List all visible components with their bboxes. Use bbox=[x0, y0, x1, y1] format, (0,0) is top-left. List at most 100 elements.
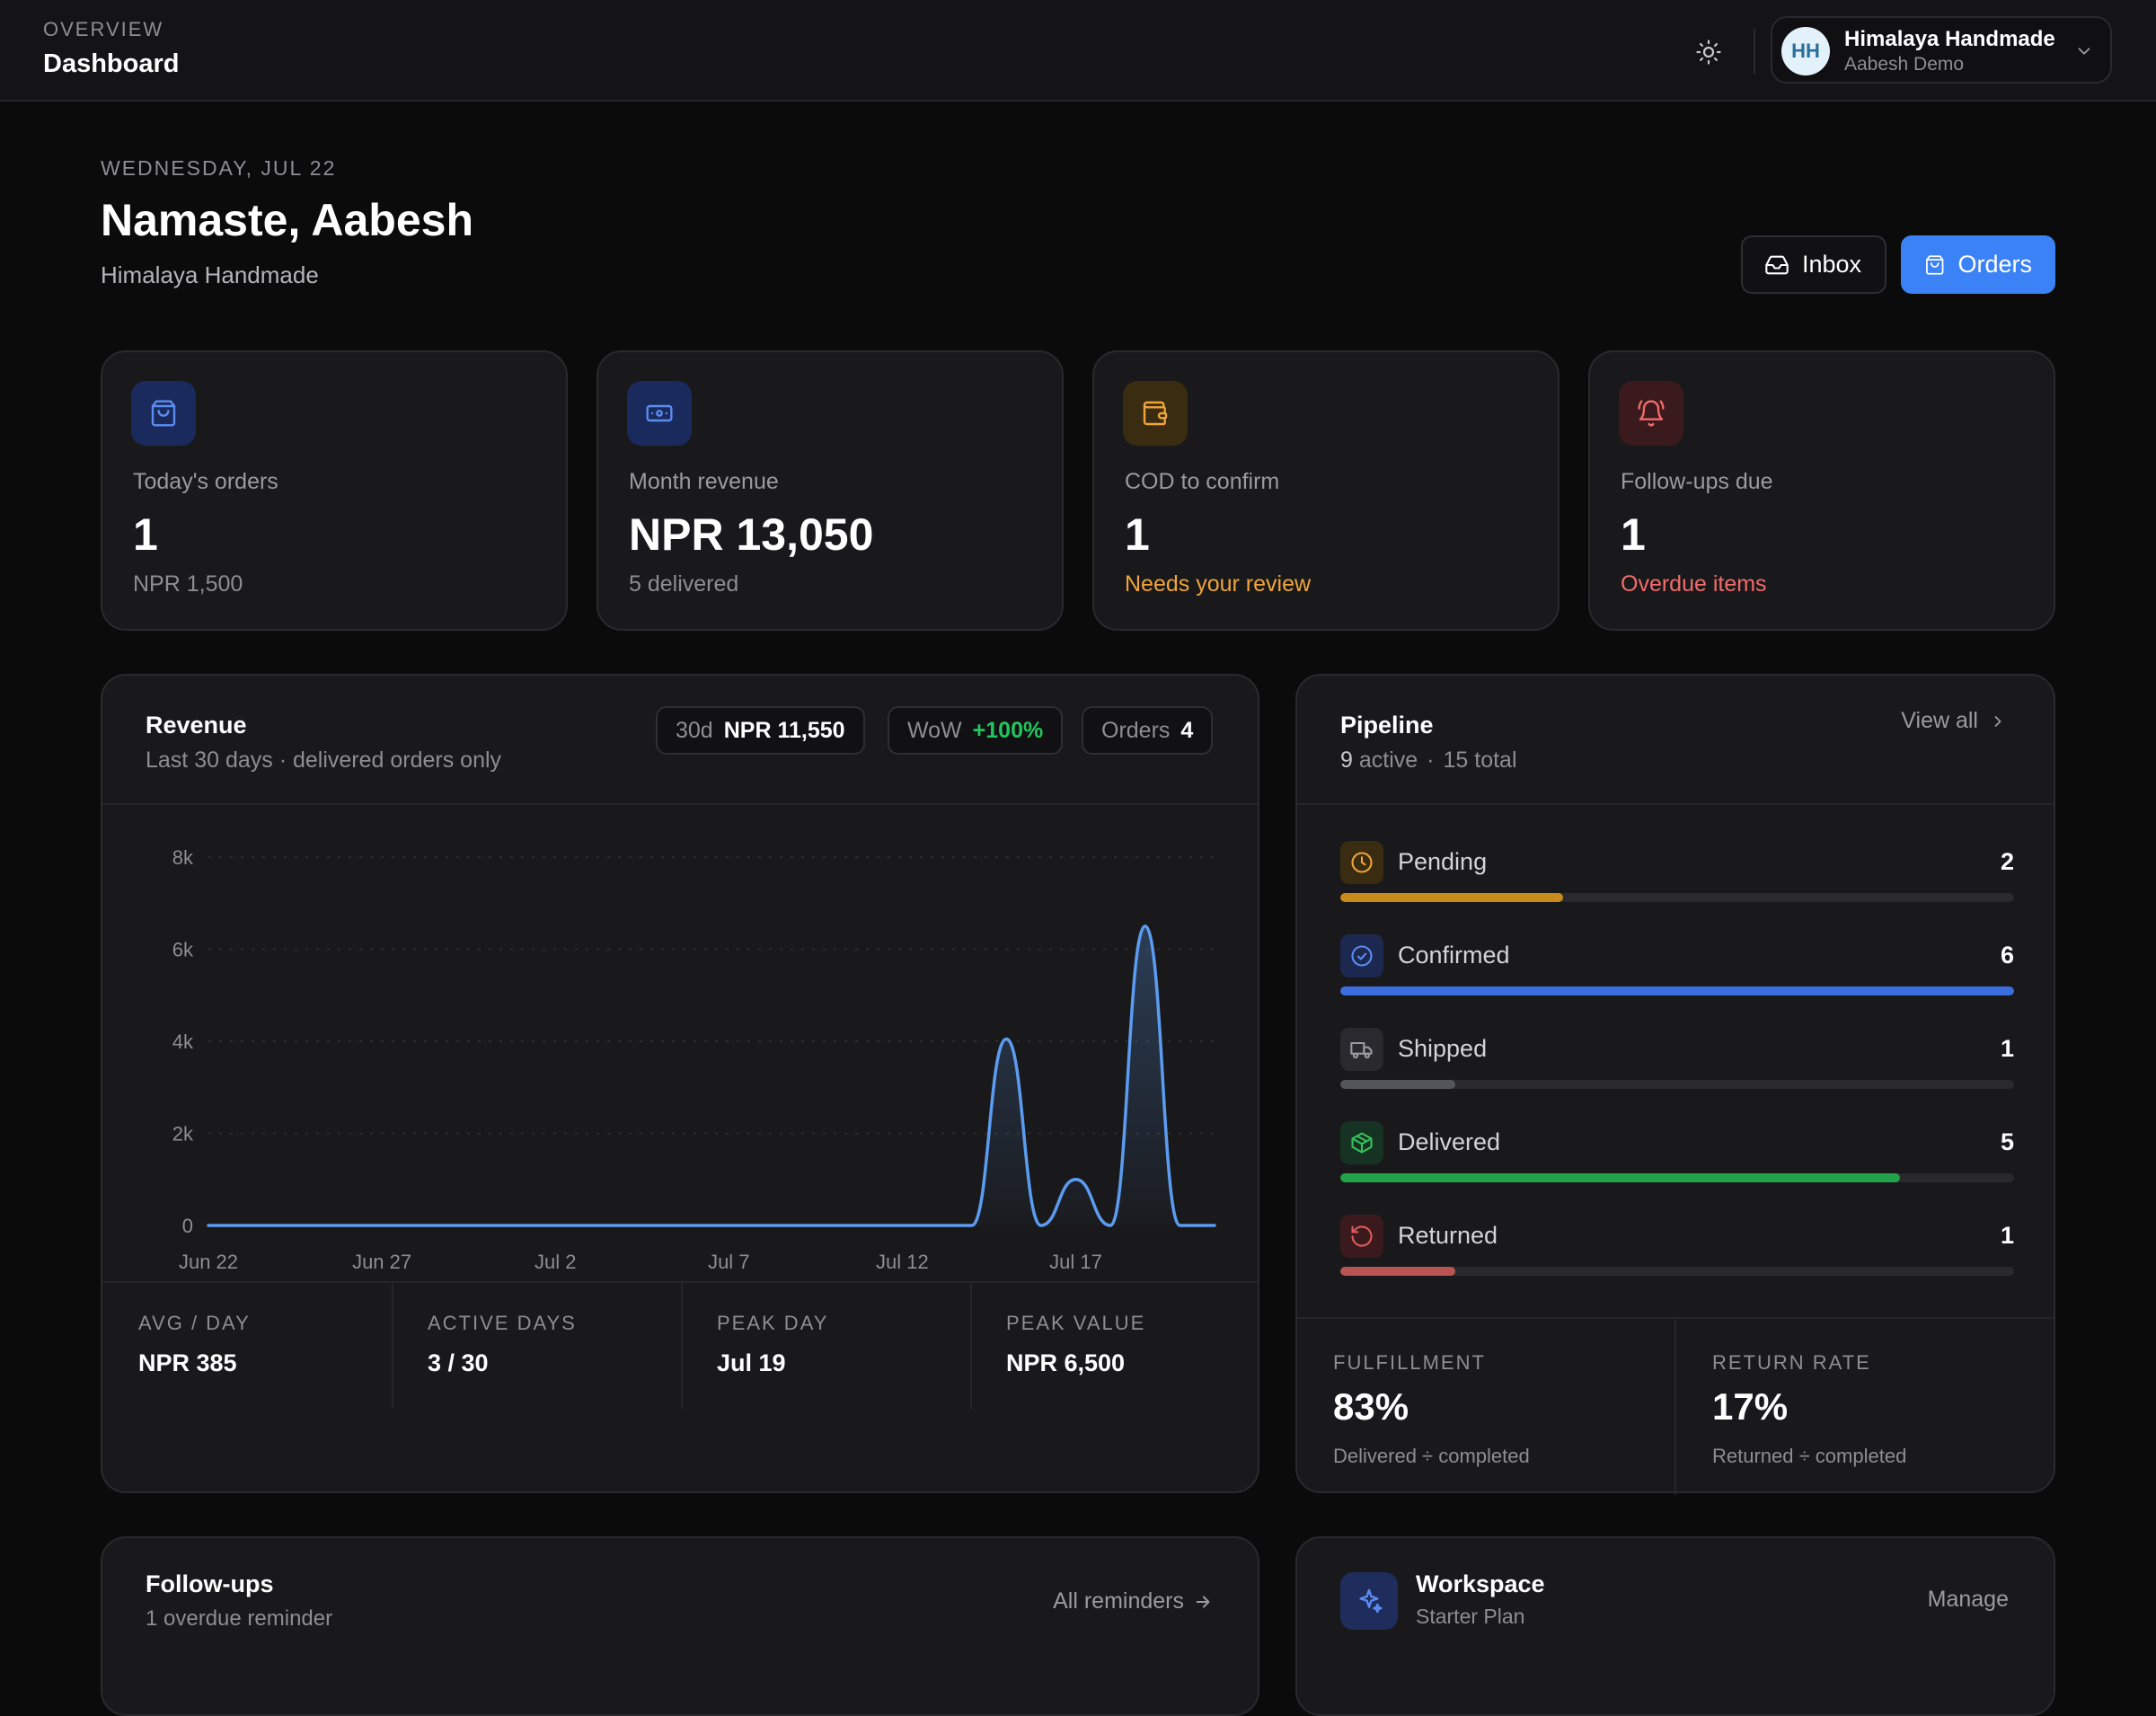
breadcrumb-section: OVERVIEW bbox=[43, 18, 164, 40]
pill-value: 4 bbox=[1180, 717, 1194, 743]
kpi-value: 1 bbox=[1621, 509, 1646, 560]
all-reminders-label: All reminders bbox=[1053, 1588, 1184, 1614]
chevron-down-icon bbox=[2078, 48, 2090, 55]
pipeline-separator: · bbox=[1427, 747, 1435, 773]
kpi-subtext: 5 delivered bbox=[629, 571, 739, 597]
pill-label: Orders bbox=[1101, 717, 1171, 743]
revenue-orders-pill: Orders 4 bbox=[1082, 706, 1214, 755]
x-tick-label: Jul 2 bbox=[535, 1251, 576, 1273]
stage-progress-fill bbox=[1340, 986, 2014, 995]
x-tick-label: Jul 12 bbox=[876, 1251, 929, 1273]
revenue-card: Revenue Last 30 days · delivered orders … bbox=[101, 674, 1259, 1493]
follow-ups-subtitle: 1 overdue reminder bbox=[146, 1606, 333, 1631]
kpi-subtext: Overdue items bbox=[1621, 571, 1767, 597]
revenue-stats: AVG / DAY NPR 385 ACTIVE DAYS 3 / 30 PEA… bbox=[102, 1281, 1258, 1409]
pipeline-stage-returned[interactable]: Returned 1 bbox=[1340, 1215, 2014, 1296]
stage-progress-track bbox=[1340, 1173, 2014, 1182]
stat-label: AVG / DAY bbox=[138, 1312, 251, 1334]
stage-progress-fill bbox=[1340, 893, 1563, 902]
account-subtitle: Aabesh Demo bbox=[1844, 54, 1965, 75]
kpi-value: 1 bbox=[133, 509, 158, 560]
manage-link[interactable]: Manage bbox=[1928, 1587, 2009, 1613]
theme-toggle-button[interactable] bbox=[1689, 32, 1728, 72]
y-tick-label: 8k bbox=[172, 846, 194, 869]
view-all-link[interactable]: View all bbox=[1901, 708, 2007, 734]
stat-value: NPR 385 bbox=[138, 1349, 237, 1376]
pipeline-stage-pending[interactable]: Pending 2 bbox=[1340, 841, 2014, 922]
pipeline-rates: FULFILLMENT 83% Delivered ÷ completed RE… bbox=[1297, 1317, 2054, 1495]
stage-count: 1 bbox=[2000, 1222, 2014, 1249]
orders-button-label: Orders bbox=[1957, 251, 2032, 278]
kpi-label: Today's orders bbox=[133, 469, 278, 494]
pipeline-stage-delivered[interactable]: Delivered 5 bbox=[1340, 1121, 2014, 1202]
follow-ups-title: Follow-ups bbox=[146, 1570, 274, 1597]
pipeline-active-count: 9 bbox=[1340, 747, 1353, 773]
revenue-area bbox=[208, 925, 1215, 1225]
sparkles-icon bbox=[1359, 1588, 1383, 1614]
shopping-bag-icon bbox=[1926, 254, 1944, 275]
kpi-card-todays-orders[interactable]: Today's orders 1 NPR 1,500 bbox=[101, 350, 568, 631]
kpi-icon-wrap bbox=[1619, 381, 1683, 446]
pill-label: 30d bbox=[676, 717, 713, 743]
kpi-value: 1 bbox=[1125, 509, 1150, 560]
divider bbox=[102, 803, 1258, 805]
revenue-chart[interactable]: 0 2k 4k 6k 8k Jun 22 Jun 27 Jul 2 Jul 7 Jul 12 Jul… bbox=[102, 810, 1258, 1281]
stat-label: ACTIVE DAYS bbox=[428, 1312, 577, 1334]
stage-name: Shipped bbox=[1398, 1035, 1488, 1062]
all-reminders-link[interactable]: All reminders bbox=[1053, 1588, 1213, 1614]
y-tick-label: 6k bbox=[172, 939, 194, 961]
greeting-heading: Namaste, Aabesh bbox=[101, 195, 473, 245]
inbox-button[interactable]: Inbox bbox=[1741, 235, 1886, 294]
stage-icon-wrap bbox=[1340, 1121, 1383, 1164]
stage-count: 6 bbox=[2000, 942, 2014, 969]
wallet-icon bbox=[1143, 401, 1168, 426]
kpi-value: NPR 13,050 bbox=[629, 509, 874, 560]
stage-icon-wrap bbox=[1340, 934, 1383, 977]
stage-name: Delivered bbox=[1398, 1128, 1501, 1155]
stat-peak-day: PEAK DAY Jul 19 bbox=[681, 1283, 970, 1409]
kpi-card-follow-ups-due[interactable]: Follow-ups due 1 Overdue items bbox=[1588, 350, 2055, 631]
pipeline-active-label: active bbox=[1358, 747, 1418, 773]
x-tick-label: Jun 27 bbox=[352, 1251, 411, 1273]
divider bbox=[1297, 803, 2054, 805]
check-circle-icon bbox=[1351, 945, 1373, 967]
current-date: WEDNESDAY, JUL 22 bbox=[101, 156, 337, 180]
workspace-card: Workspace Starter Plan Manage bbox=[1295, 1536, 2055, 1716]
kpi-subtext: NPR 1,500 bbox=[133, 571, 243, 597]
clock-icon bbox=[1351, 852, 1373, 873]
pipeline-stage-confirmed[interactable]: Confirmed 6 bbox=[1340, 934, 2014, 1015]
stage-name: Confirmed bbox=[1398, 942, 1510, 969]
kpi-card-month-revenue[interactable]: Month revenue NPR 13,050 5 delivered bbox=[596, 350, 1064, 631]
rate-value: 83% bbox=[1333, 1385, 1409, 1428]
chevron-right-icon bbox=[1994, 715, 2001, 727]
account-switcher[interactable]: HH Himalaya Handmade Aabesh Demo bbox=[1771, 16, 2112, 84]
stage-progress-fill bbox=[1340, 1173, 1900, 1182]
rate-description: Returned ÷ completed bbox=[1712, 1445, 1907, 1467]
sun-icon bbox=[1696, 40, 1721, 65]
pipeline-title: Pipeline bbox=[1340, 712, 1434, 739]
orders-button[interactable]: Orders bbox=[1901, 235, 2055, 294]
kpi-icon-wrap bbox=[1123, 381, 1188, 446]
divider bbox=[1674, 1319, 1676, 1495]
workspace-icon-wrap bbox=[1340, 1572, 1398, 1630]
stage-progress-fill bbox=[1340, 1267, 1455, 1276]
package-icon bbox=[1351, 1132, 1373, 1154]
inbox-icon bbox=[1765, 255, 1789, 274]
stage-icon-wrap bbox=[1340, 1215, 1383, 1258]
bell-icon bbox=[1638, 400, 1665, 427]
x-tick-label: Jun 22 bbox=[179, 1251, 238, 1273]
inbox-button-label: Inbox bbox=[1802, 251, 1862, 278]
stat-value: 3 / 30 bbox=[428, 1349, 489, 1376]
stage-progress-track bbox=[1340, 893, 2014, 902]
pill-label: WoW bbox=[907, 717, 962, 743]
x-tick-label: Jul 7 bbox=[708, 1251, 749, 1273]
pill-value: +100% bbox=[972, 717, 1044, 743]
x-tick-label: Jul 17 bbox=[1049, 1251, 1102, 1273]
kpi-icon-wrap bbox=[627, 381, 692, 446]
pipeline-stage-shipped[interactable]: Shipped 1 bbox=[1340, 1028, 2014, 1109]
kpi-card-cod-to-confirm[interactable]: COD to confirm 1 Needs your review bbox=[1092, 350, 1560, 631]
rate-label: FULFILLMENT bbox=[1333, 1351, 1486, 1374]
stage-name: Returned bbox=[1398, 1222, 1498, 1249]
revenue-title: Revenue bbox=[146, 712, 247, 739]
stage-progress-track bbox=[1340, 1080, 2014, 1089]
